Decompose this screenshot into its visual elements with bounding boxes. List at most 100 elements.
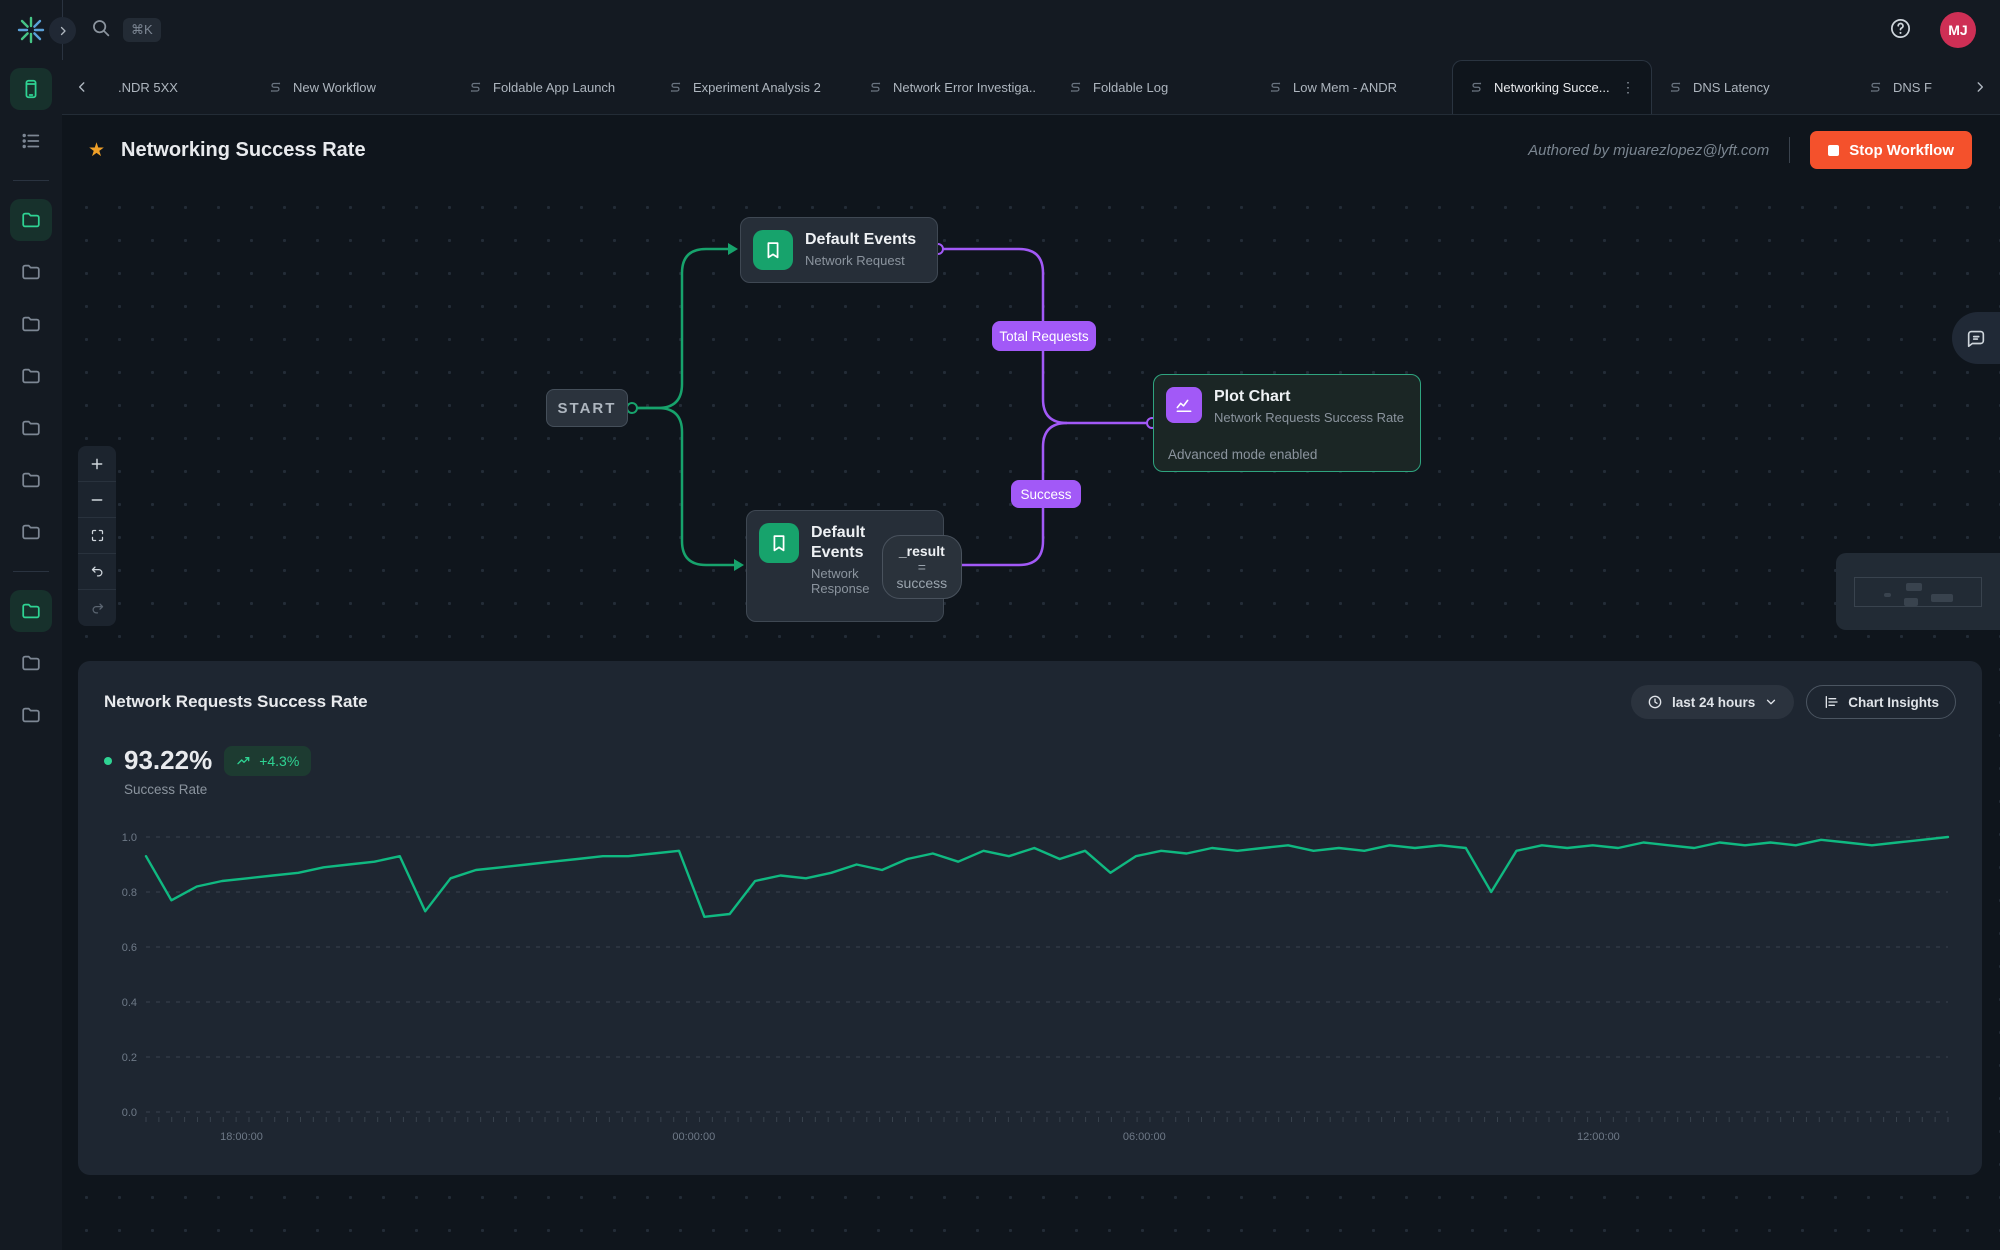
tab-bar: .NDR 5XX New Workflow Foldable App LaunchE… <box>62 60 2000 115</box>
tab-networking-succe[interactable]: Networking Succe... ⋮ <box>1452 60 1652 114</box>
workflow-icon <box>1668 80 1683 95</box>
tab-foldable-log[interactable]: Foldable Log <box>1052 60 1252 114</box>
tab-low-mem-andr[interactable]: Low Mem - ANDR <box>1252 60 1452 114</box>
edge-label-success[interactable]: Success <box>1011 480 1081 508</box>
sidebar-item-folder-6[interactable] <box>10 355 52 397</box>
sidebar-item-folder-12[interactable] <box>10 642 52 684</box>
start-node[interactable]: START <box>546 389 628 427</box>
device-icon <box>20 78 42 100</box>
user-avatar[interactable]: MJ <box>1940 12 1976 48</box>
tab-menu-icon[interactable]: ⋮ <box>1621 79 1635 96</box>
minus-icon <box>89 492 105 508</box>
svg-text:0.6: 0.6 <box>122 942 137 954</box>
list-icon <box>20 130 42 152</box>
zoom-out-button[interactable] <box>78 482 116 518</box>
tab-dns-f[interactable]: DNS F <box>1852 60 1960 114</box>
sidebar <box>0 60 62 1250</box>
sidebar-item-folder-4[interactable] <box>10 251 52 293</box>
help-icon <box>1889 17 1912 40</box>
sidebar-item-folder-8[interactable] <box>10 459 52 501</box>
svg-text:0.0: 0.0 <box>122 1107 137 1119</box>
folder-icon <box>20 417 42 439</box>
svg-text:12:00:00: 12:00:00 <box>1577 1131 1620 1143</box>
folder-icon <box>20 600 42 622</box>
minimap-viewport <box>1854 577 1982 607</box>
node-subtitle: Network Requests Success Rate <box>1214 410 1404 425</box>
tab-ndr-5xx[interactable]: .NDR 5XX <box>102 60 252 114</box>
node-subtitle: Network Request <box>805 253 916 268</box>
workflow-icon <box>268 80 283 95</box>
workflow-icon <box>868 80 883 95</box>
sidebar-collapse-button[interactable] <box>49 17 76 44</box>
sidebar-item-list-1[interactable] <box>10 120 52 162</box>
workflow-canvas[interactable]: START Default Events Network Request Tot… <box>62 185 2000 1250</box>
node-title: Default Events <box>805 230 916 250</box>
search-icon <box>90 17 111 43</box>
tab-foldable-app-launch[interactable]: Foldable App Launch <box>452 60 652 114</box>
tab-dns-latency[interactable]: DNS Latency <box>1652 60 1852 114</box>
sidebar-item-folder-11[interactable] <box>10 590 52 632</box>
node-subtitle: Network Response <box>811 566 870 596</box>
node-note: Advanced mode enabled <box>1166 447 1408 462</box>
header-divider <box>1789 137 1790 163</box>
tab-label: Foldable Log <box>1093 80 1168 95</box>
chevron-right-icon <box>1973 80 1987 94</box>
workflow-icon <box>1268 80 1283 95</box>
sidebar-item-folder-13[interactable] <box>10 694 52 736</box>
folder-icon <box>20 652 42 674</box>
folder-icon <box>20 261 42 283</box>
sidebar-item-folder-5[interactable] <box>10 303 52 345</box>
tab-label: .NDR 5XX <box>118 80 178 95</box>
svg-text:1.0: 1.0 <box>122 832 137 844</box>
workflow-icon <box>468 80 483 95</box>
edge-label-total-requests[interactable]: Total Requests <box>992 321 1096 351</box>
node-condition-badge: _result = success <box>882 535 963 599</box>
tab-label: DNS Latency <box>1693 80 1770 95</box>
workflow-icon <box>1868 80 1883 95</box>
sidebar-item-folder-7[interactable] <box>10 407 52 449</box>
svg-text:0.4: 0.4 <box>122 997 137 1009</box>
insights-icon <box>1823 694 1839 710</box>
zoom-in-button[interactable] <box>78 446 116 482</box>
chevron-right-icon <box>57 25 69 37</box>
workflow-icon <box>668 80 683 95</box>
tab-label: Networking Succe... <box>1494 80 1610 95</box>
favorite-star-icon[interactable]: ★ <box>88 139 105 162</box>
fit-view-button[interactable] <box>78 518 116 554</box>
node-plot-chart[interactable]: Plot Chart Network Requests Success Rate… <box>1153 374 1421 472</box>
chevron-left-icon <box>75 80 89 94</box>
canvas-minimap[interactable] <box>1836 553 2000 630</box>
tab-new-workflow[interactable]: New Workflow <box>252 60 452 114</box>
svg-text:0.8: 0.8 <box>122 887 137 899</box>
svg-text:0.2: 0.2 <box>122 1052 137 1064</box>
global-search[interactable]: ⌘K <box>90 17 161 43</box>
svg-text:06:00:00: 06:00:00 <box>1123 1131 1166 1143</box>
clock-icon <box>1647 694 1663 710</box>
stop-workflow-button[interactable]: Stop Workflow <box>1810 131 1972 169</box>
node-default-events-response[interactable]: Default Events Network Response _result … <box>746 510 944 622</box>
undo-button[interactable] <box>78 554 116 590</box>
chart-insights-button[interactable]: Chart Insights <box>1806 685 1956 719</box>
success-rate-line-chart: 1.00.80.60.40.20.018:00:0000:00:0006:00:… <box>104 825 1956 1155</box>
time-range-dropdown[interactable]: last 24 hours <box>1631 685 1794 719</box>
folder-icon <box>20 469 42 491</box>
sidebar-item-device-0[interactable] <box>10 68 52 110</box>
tabs-scroll-right-button[interactable] <box>1960 60 2000 114</box>
tab-network-error-investiga[interactable]: Network Error Investiga... <box>852 60 1052 114</box>
node-title: Plot Chart <box>1214 387 1404 407</box>
redo-button[interactable] <box>78 590 116 626</box>
authored-by-text: Authored by mjuarezlopez@lyft.com <box>1528 142 1769 159</box>
bookmark-icon <box>753 230 793 270</box>
chat-bubble-icon <box>1965 327 1987 349</box>
tab-experiment-analysis-2[interactable]: Experiment Analysis 2 <box>652 60 852 114</box>
tabs-scroll-left-button[interactable] <box>62 60 102 114</box>
node-default-events-request[interactable]: Default Events Network Request <box>740 217 938 283</box>
sidebar-item-folder-3[interactable] <box>10 199 52 241</box>
sidebar-item-folder-9[interactable] <box>10 511 52 553</box>
sidebar-divider <box>13 571 49 572</box>
workflow-icon <box>1469 80 1484 95</box>
chat-assistant-button[interactable] <box>1952 312 2000 364</box>
help-button[interactable] <box>1889 17 1912 43</box>
plus-icon <box>89 456 105 472</box>
tab-label: New Workflow <box>293 80 376 95</box>
